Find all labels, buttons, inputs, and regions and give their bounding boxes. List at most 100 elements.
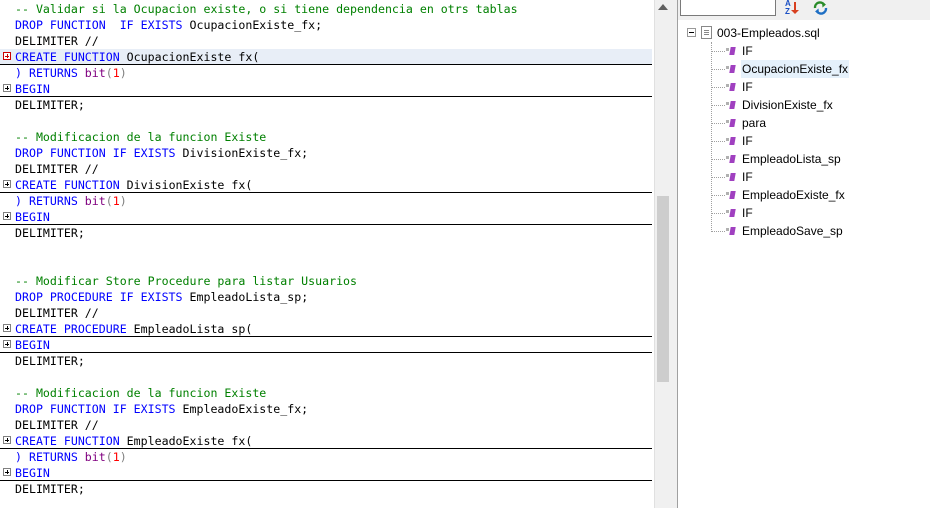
routine-icon xyxy=(726,209,736,217)
routine-icon xyxy=(726,83,736,91)
refresh-icon[interactable] xyxy=(812,0,829,16)
fold-toggle-icon[interactable] xyxy=(3,324,11,332)
routine-icon xyxy=(726,65,736,73)
fold-toggle-icon[interactable] xyxy=(3,52,11,60)
code-line[interactable]: ) RETURNS bit(1) xyxy=(0,65,652,81)
code-line[interactable] xyxy=(0,241,652,257)
code-line[interactable]: -- Validar si la Ocupacion existe, o si … xyxy=(0,1,652,17)
tree-guide-line xyxy=(711,105,725,106)
code-line[interactable]: CREATE FUNCTION OcupacionExiste fx( xyxy=(0,49,652,65)
code-token: -- Modificar Store Procedure para listar… xyxy=(15,274,358,288)
code-token: CREATE FUNCTION xyxy=(15,434,120,448)
outline-filter-input[interactable] xyxy=(680,0,776,16)
tree-guide-line xyxy=(711,42,712,232)
code-line[interactable]: DELIMITER // xyxy=(0,305,652,321)
code-token: ) RETURNS xyxy=(15,194,78,208)
code-line[interactable]: ) RETURNS bit(1) xyxy=(0,193,652,209)
code-editor[interactable]: -- Validar si la Ocupacion existe, o si … xyxy=(0,0,654,508)
code-text: CREATE FUNCTION DivisionExiste fx( xyxy=(15,177,252,193)
code-line[interactable]: BEGIN xyxy=(0,209,652,225)
code-token: DELIMITER // xyxy=(15,162,99,176)
code-line[interactable]: DELIMITER; xyxy=(0,353,652,369)
fold-toggle-icon[interactable] xyxy=(3,180,11,188)
routine-icon xyxy=(726,119,736,127)
fold-toggle-icon[interactable] xyxy=(3,436,11,444)
code-text: CREATE FUNCTION OcupacionExiste fx( xyxy=(15,49,259,65)
code-text: BEGIN xyxy=(15,209,50,225)
code-line[interactable]: -- Modificacion de la funcion Existe xyxy=(0,385,652,401)
code-line[interactable]: -- Modificacion de la funcion Existe xyxy=(0,129,652,145)
tree-guide-line xyxy=(711,51,725,52)
code-line[interactable] xyxy=(0,369,652,385)
collapse-icon[interactable] xyxy=(687,28,696,37)
code-line[interactable]: DELIMITER // xyxy=(0,161,652,177)
code-token: EmpleadoExiste fx( xyxy=(119,434,253,448)
code-text: BEGIN xyxy=(15,465,50,481)
code-line[interactable]: BEGIN xyxy=(0,337,652,353)
code-line[interactable]: BEGIN xyxy=(0,465,652,481)
code-token: BEGIN xyxy=(15,466,50,480)
fold-toggle-icon[interactable] xyxy=(3,212,11,220)
code-text: CREATE FUNCTION EmpleadoExiste fx( xyxy=(15,433,252,449)
code-token: ( xyxy=(105,66,113,80)
scrollbar-thumb[interactable] xyxy=(657,196,669,382)
fold-toggle-icon[interactable] xyxy=(3,84,11,92)
scroll-up-arrow-icon[interactable] xyxy=(658,4,668,10)
code-line[interactable]: DELIMITER; xyxy=(0,481,652,497)
code-line[interactable] xyxy=(0,113,652,129)
code-token: bit xyxy=(77,66,106,80)
editor-vertical-scrollbar[interactable] xyxy=(654,0,671,508)
fold-toggle-icon[interactable] xyxy=(3,340,11,348)
code-line[interactable]: DELIMITER; xyxy=(0,97,652,113)
code-line[interactable]: DELIMITER; xyxy=(0,225,652,241)
tree-guide-line xyxy=(711,231,725,232)
code-token: OcupacionExiste fx( xyxy=(119,50,260,64)
code-token: ) xyxy=(119,194,127,208)
code-token: BEGIN xyxy=(15,82,50,96)
code-line[interactable]: DROP FUNCTION IF EXISTS OcupacionExiste_… xyxy=(0,17,652,33)
outline-tree: 003-Empleados.sql IF OcupacionExiste_fx IF… xyxy=(678,24,930,508)
code-line[interactable]: CREATE FUNCTION DivisionExiste fx( xyxy=(0,177,652,193)
code-token: ( xyxy=(105,194,113,208)
code-token: EmpleadoLista sp( xyxy=(126,322,253,336)
routine-icon xyxy=(726,155,736,163)
tree-item-label: IF xyxy=(742,170,753,184)
tree-item-label: IF xyxy=(742,80,753,94)
code-line[interactable]: DELIMITER // xyxy=(0,417,652,433)
code-line[interactable]: -- Modificar Store Procedure para listar… xyxy=(0,273,652,289)
code-token: bit xyxy=(77,194,106,208)
code-text: ) RETURNS bit(1) xyxy=(15,65,127,81)
sort-az-icon[interactable]: AZ xyxy=(785,0,803,16)
tree-guide-line xyxy=(711,177,725,178)
code-line[interactable]: CREATE FUNCTION EmpleadoExiste fx( xyxy=(0,433,652,449)
code-line[interactable]: CREATE PROCEDURE EmpleadoLista sp( xyxy=(0,321,652,337)
code-text: -- Modificar Store Procedure para listar… xyxy=(15,273,357,289)
routine-icon xyxy=(726,191,736,199)
code-text: DROP FUNCTION IF EXISTS EmpleadoExiste_f… xyxy=(15,401,308,417)
code-line[interactable]: DROP FUNCTION IF EXISTS DivisionExiste_f… xyxy=(0,145,652,161)
code-line[interactable]: BEGIN xyxy=(0,81,652,97)
tree-guide-line xyxy=(711,141,725,142)
tree-item-label: EmpleadoExiste_fx xyxy=(742,188,845,202)
code-line[interactable]: DROP FUNCTION IF EXISTS EmpleadoExiste_f… xyxy=(0,401,652,417)
code-text: -- Modificacion de la funcion Existe xyxy=(15,385,266,401)
code-text: DROP FUNCTION IF EXISTS DivisionExiste_f… xyxy=(15,145,308,161)
code-text: -- Modificacion de la funcion Existe xyxy=(15,129,266,145)
code-token: 1 xyxy=(112,66,120,80)
code-token: DELIMITER // xyxy=(15,34,99,48)
code-line[interactable] xyxy=(0,257,652,273)
code-token: bit xyxy=(77,450,106,464)
code-line[interactable]: DELIMITER // xyxy=(0,33,652,49)
code-token: CREATE FUNCTION xyxy=(15,50,120,64)
code-text: DELIMITER; xyxy=(15,225,85,241)
tree-item-label: IF xyxy=(742,134,753,148)
code-token: CREATE PROCEDURE xyxy=(15,322,127,336)
code-line[interactable]: ) RETURNS bit(1) xyxy=(0,449,652,465)
code-text: ) RETURNS bit(1) xyxy=(15,193,127,209)
tree-item-label: EmpleadoSave_sp xyxy=(742,224,843,238)
file-icon xyxy=(701,26,712,39)
code-token: ) RETURNS xyxy=(15,66,78,80)
code-line[interactable]: DROP PROCEDURE IF EXISTS EmpleadoLista_s… xyxy=(0,289,652,305)
code-token: DELIMITER // xyxy=(15,306,99,320)
fold-toggle-icon[interactable] xyxy=(3,468,11,476)
